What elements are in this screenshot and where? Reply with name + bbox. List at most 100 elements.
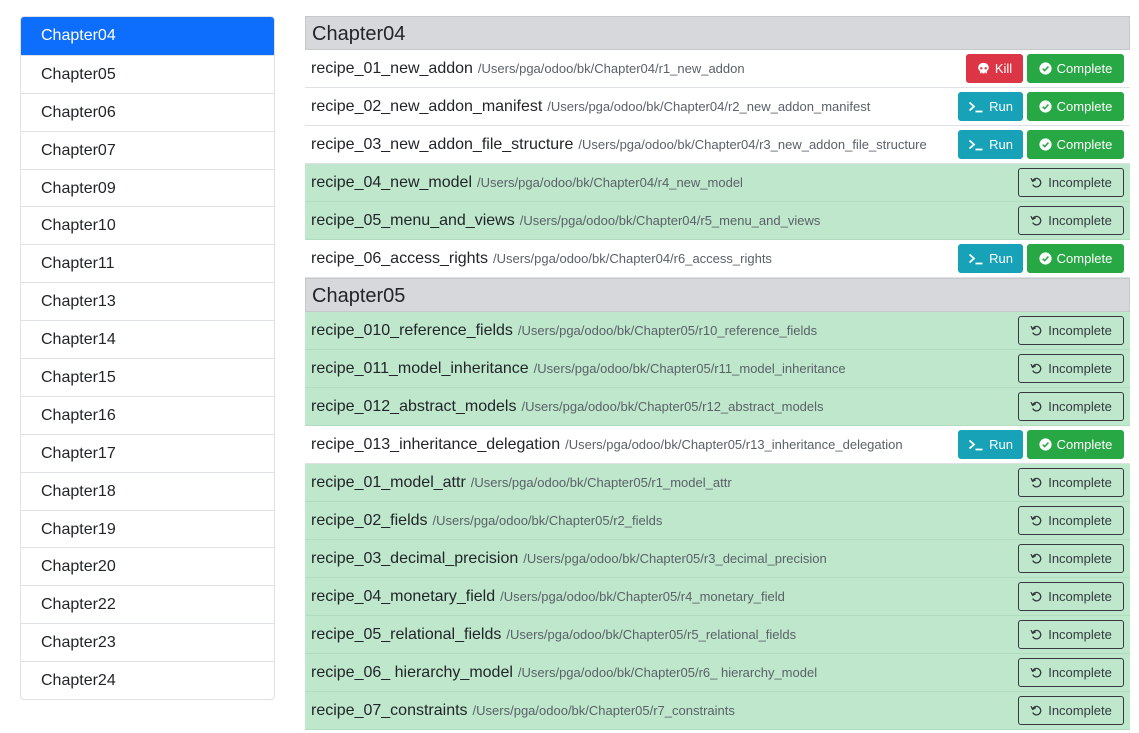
complete-button[interactable]: Complete [1027, 54, 1124, 83]
recipe-actions: Incomplete [1018, 316, 1124, 345]
recipe-path: /Users/pga/odoo/bk/Chapter05/r2_fields [432, 513, 663, 528]
sidebar-item-chapter06[interactable]: Chapter06 [21, 92, 274, 131]
chapter-heading-chapter05: Chapter05 [305, 278, 1130, 312]
complete-button[interactable]: Complete [1027, 244, 1124, 273]
undo-icon [1030, 628, 1043, 641]
sidebar-item-chapter15[interactable]: Chapter15 [21, 358, 274, 396]
recipe-name: recipe_013_inheritance_delegation [311, 435, 561, 453]
sidebar-item-chapter11[interactable]: Chapter11 [21, 244, 274, 282]
recipe-path: /Users/pga/odoo/bk/Chapter04/r3_new_addo… [578, 137, 927, 152]
sidebar-item-chapter23[interactable]: Chapter23 [21, 623, 274, 661]
recipe-actions: Incomplete [1018, 620, 1124, 649]
incomplete-button[interactable]: Incomplete [1018, 658, 1124, 687]
complete-button[interactable]: Complete [1027, 92, 1124, 121]
recipe-path: /Users/pga/odoo/bk/Chapter04/r4_new_mode… [477, 175, 743, 190]
recipe-path: /Users/pga/odoo/bk/Chapter05/r3_decimal_… [523, 551, 827, 566]
sidebar-item-chapter19[interactable]: Chapter19 [21, 509, 274, 548]
sidebar-item-chapter17[interactable]: Chapter17 [21, 433, 274, 472]
recipe-row: recipe_012_abstract_models/Users/pga/odo… [305, 388, 1130, 426]
incomplete-button[interactable]: Incomplete [1018, 506, 1124, 535]
recipe-row: recipe_05_menu_and_views/Users/pga/odoo/… [305, 202, 1130, 240]
recipe-name: recipe_06_access_rights [311, 249, 488, 267]
recipe-panel: Chapter04 recipe_01_new_addon/Users/pga/o… [305, 16, 1130, 730]
undo-icon [1030, 552, 1043, 565]
recipe-actions: Incomplete [1018, 468, 1124, 497]
sidebar-item-chapter04[interactable]: Chapter04 [21, 17, 274, 55]
recipe-path: /Users/pga/odoo/bk/Chapter05/r7_constrai… [472, 703, 735, 718]
incomplete-button-label: Incomplete [1048, 513, 1112, 528]
recipe-path: /Users/pga/odoo/bk/Chapter05/r6_ hierarc… [517, 665, 818, 680]
incomplete-button-label: Incomplete [1048, 175, 1112, 190]
undo-icon [1030, 666, 1043, 679]
recipe-name: recipe_010_reference_fields [311, 321, 513, 339]
incomplete-button[interactable]: Incomplete [1018, 620, 1124, 649]
recipe-name: recipe_012_abstract_models [311, 397, 517, 415]
incomplete-button[interactable]: Incomplete [1018, 468, 1124, 497]
complete-button[interactable]: Complete [1027, 430, 1124, 459]
incomplete-button[interactable]: Incomplete [1018, 582, 1124, 611]
sidebar-item-chapter05[interactable]: Chapter05 [21, 54, 274, 93]
incomplete-button[interactable]: Incomplete [1018, 206, 1124, 235]
kill-button-label: Kill [994, 61, 1013, 76]
undo-icon [1030, 176, 1043, 189]
run-button-label: Run [989, 251, 1013, 266]
recipe-actions: Run Complete [958, 92, 1124, 121]
recipe-actions: Run Complete [958, 244, 1124, 273]
recipe-actions: Run Complete [958, 130, 1124, 159]
sidebar-item-chapter20[interactable]: Chapter20 [21, 547, 274, 585]
recipe-actions: Incomplete [1018, 696, 1124, 725]
check-icon [1039, 252, 1052, 265]
sidebar-item-chapter07[interactable]: Chapter07 [21, 130, 274, 169]
recipe-path: /Users/pga/odoo/bk/Chapter04/r6_access_r… [493, 251, 772, 266]
sidebar-item-chapter09[interactable]: Chapter09 [21, 168, 274, 207]
sidebar-item-chapter16[interactable]: Chapter16 [21, 395, 274, 434]
recipe-path: /Users/pga/odoo/bk/Chapter04/r5_menu_and… [519, 213, 821, 228]
incomplete-button[interactable]: Incomplete [1018, 168, 1124, 197]
recipe-name: recipe_011_model_inheritance [311, 359, 529, 377]
incomplete-button[interactable]: Incomplete [1018, 316, 1124, 345]
chapter-list: Chapter04 Chapter05 Chapter06 Chapter07 Chap… [20, 16, 275, 701]
kill-button[interactable]: Kill [966, 54, 1023, 83]
recipe-path: /Users/pga/odoo/bk/Chapter04/r1_new_addo… [477, 61, 745, 76]
run-button[interactable]: Run [958, 130, 1023, 159]
sidebar-item-chapter14[interactable]: Chapter14 [21, 320, 274, 358]
recipe-name: recipe_05_relational_fields [311, 625, 502, 643]
undo-icon [1030, 514, 1043, 527]
undo-icon [1030, 400, 1043, 413]
complete-button-label: Complete [1056, 251, 1113, 266]
sidebar-item-chapter24[interactable]: Chapter24 [21, 661, 274, 699]
recipe-row: recipe_03_new_addon_file_structure/Users… [305, 126, 1130, 164]
terminal-icon [968, 439, 984, 451]
run-button[interactable]: Run [958, 244, 1023, 273]
run-button[interactable]: Run [958, 92, 1023, 121]
recipe-path: /Users/pga/odoo/bk/Chapter05/r12_abstrac… [521, 399, 824, 414]
recipe-row: recipe_07_constraints/Users/pga/odoo/bk/… [305, 692, 1130, 730]
recipe-path: /Users/pga/odoo/bk/Chapter05/r13_inherit… [565, 437, 903, 452]
undo-icon [1030, 214, 1043, 227]
sidebar-item-chapter13[interactable]: Chapter13 [21, 282, 274, 320]
check-icon [1039, 438, 1052, 451]
incomplete-button-label: Incomplete [1048, 589, 1112, 604]
sidebar-item-chapter10[interactable]: Chapter10 [21, 206, 274, 244]
incomplete-button-label: Incomplete [1048, 703, 1112, 718]
recipe-row: recipe_04_monetary_field/Users/pga/odoo/… [305, 578, 1130, 616]
run-button-label: Run [989, 99, 1013, 114]
recipe-actions: Incomplete [1018, 354, 1124, 383]
recipe-name: recipe_03_new_addon_file_structure [311, 135, 574, 153]
run-button[interactable]: Run [958, 430, 1023, 459]
complete-button[interactable]: Complete [1027, 130, 1124, 159]
recipe-actions: Incomplete [1018, 544, 1124, 573]
sidebar-item-chapter18[interactable]: Chapter18 [21, 471, 274, 510]
undo-icon [1030, 324, 1043, 337]
incomplete-button[interactable]: Incomplete [1018, 544, 1124, 573]
incomplete-button[interactable]: Incomplete [1018, 392, 1124, 421]
recipe-path: /Users/pga/odoo/bk/Chapter04/r2_new_addo… [547, 99, 871, 114]
incomplete-button[interactable]: Incomplete [1018, 696, 1124, 725]
sidebar-item-chapter22[interactable]: Chapter22 [21, 585, 274, 623]
recipe-row: recipe_01_new_addon/Users/pga/odoo/bk/Ch… [305, 50, 1130, 88]
incomplete-button-label: Incomplete [1048, 665, 1112, 680]
incomplete-button-label: Incomplete [1048, 475, 1112, 490]
incomplete-button[interactable]: Incomplete [1018, 354, 1124, 383]
recipe-row: recipe_03_decimal_precision/Users/pga/od… [305, 540, 1130, 578]
complete-button-label: Complete [1056, 99, 1113, 114]
